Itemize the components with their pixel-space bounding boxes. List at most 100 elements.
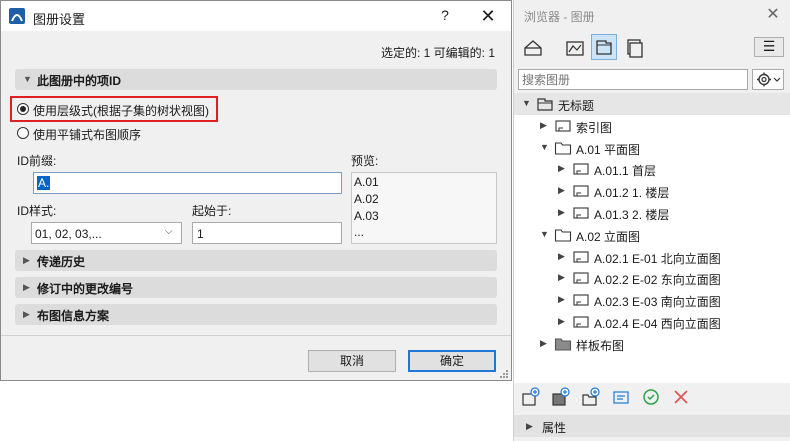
tree-item[interactable]: ▶ 样板布图 <box>514 333 790 355</box>
id-style-select[interactable]: 01, 02, 03,... ⌵ <box>31 222 182 244</box>
tree-item[interactable]: ▼ 无标题 <box>514 93 790 115</box>
search-field[interactable] <box>518 69 748 90</box>
publisher-icon <box>627 39 643 58</box>
expand-arrow-icon[interactable]: ▶ <box>558 251 568 261</box>
section-transmittal[interactable]: ▶ 传递历史 <box>15 250 497 271</box>
properties-label: 属性 <box>542 421 567 435</box>
section-revision[interactable]: ▶ 修订中的更改编号 <box>15 277 497 298</box>
collapse-arrow-icon[interactable]: ▼ <box>540 142 550 152</box>
tree-item[interactable]: ▶ A.01.2 1. 楼层 <box>514 180 790 202</box>
radio-button-selected[interactable] <box>17 103 29 115</box>
cancel-button[interactable]: 取消 <box>308 350 396 372</box>
radio-flat[interactable]: 使用平铺式布图顺序 <box>17 126 217 142</box>
radio-hierarchical-label: 使用层级式(根据子集的树状视图) <box>33 104 209 118</box>
new-layout-button[interactable] <box>520 386 542 408</box>
settings-card-icon <box>613 391 629 404</box>
settings-dropdown[interactable] <box>752 69 784 90</box>
view-map-tab[interactable] <box>562 35 588 61</box>
menu-button[interactable]: ☰ <box>754 37 784 57</box>
tree-item[interactable]: ▶ A.02.3 E-03 南向立面图 <box>514 289 790 311</box>
section-title: 布图信息方案 <box>37 309 110 323</box>
section-id-in-book[interactable]: ▼ 此图册中的项ID <box>15 69 497 90</box>
radio-flat-label: 使用平铺式布图顺序 <box>33 128 142 142</box>
preview-box: A.01 A.02 A.03 ... <box>351 172 497 244</box>
properties-bar[interactable]: ▶ 属性 <box>514 415 790 437</box>
close-dialog-button[interactable]: ✕ <box>475 4 501 28</box>
expand-triangle-icon: ▶ <box>23 255 30 265</box>
preview-line: A.01 <box>354 175 379 189</box>
publisher-sets-tab[interactable] <box>621 35 647 61</box>
tree-item[interactable]: ▶ 索引图 <box>514 115 790 137</box>
layout-book-icon <box>596 40 612 55</box>
section-layout-info[interactable]: ▶ 布图信息方案 <box>15 304 497 325</box>
search-input[interactable] <box>519 70 745 89</box>
tree-item-label: A.02.1 E-01 北向立面图 <box>594 251 721 266</box>
house-icon <box>524 40 542 56</box>
preview-label: 预览: <box>351 154 379 168</box>
expand-arrow-icon[interactable]: ▶ <box>558 272 568 282</box>
tree-item[interactable]: ▼ A.01 平面图 <box>514 137 790 159</box>
layout-sheet-icon <box>572 183 590 199</box>
tree-item-label: 索引图 <box>576 120 613 135</box>
close-browser-button[interactable]: ✕ <box>764 4 782 24</box>
layout-sheet-icon <box>554 118 572 134</box>
project-map-tab[interactable] <box>520 35 546 61</box>
expand-arrow-icon[interactable]: ▶ <box>558 316 568 326</box>
start-at-input[interactable]: 1 <box>192 222 342 244</box>
tree-item[interactable]: ▼ A.02 立面图 <box>514 224 790 246</box>
tree-item-label: A.01.3 2. 楼层 <box>594 208 670 222</box>
tree-item[interactable]: ▶ A.02.2 E-02 东向立面图 <box>514 267 790 289</box>
expand-arrow-icon[interactable]: ▶ <box>558 294 568 304</box>
dialog-title: 图册设置 <box>33 12 86 27</box>
radio-hierarchical[interactable]: 使用层级式(根据子集的树状视图) <box>17 102 217 118</box>
help-button[interactable]: ? <box>435 7 455 25</box>
tree-item-label: A.01 平面图 <box>576 142 641 157</box>
section-title: 此图册中的项ID <box>37 74 122 88</box>
expand-arrow-icon[interactable]: ▶ <box>558 185 568 195</box>
layout-sheet-icon <box>572 270 590 286</box>
layout-sheet-icon <box>572 249 590 265</box>
dialog-titlebar: 图册设置 ? ✕ <box>1 1 511 31</box>
expand-arrow-icon[interactable]: ▶ <box>540 338 550 348</box>
expand-triangle-icon: ▶ <box>526 421 533 431</box>
collapse-triangle-icon: ▼ <box>23 74 32 84</box>
collapse-arrow-icon[interactable]: ▼ <box>540 229 550 239</box>
preview-line: A.03 <box>354 209 379 223</box>
tree-item[interactable]: ▶ A.01.3 2. 楼层 <box>514 202 790 224</box>
radio-button[interactable] <box>17 127 29 139</box>
refresh-icon <box>643 389 659 405</box>
tree-item[interactable]: ▶ A.01.1 首层 <box>514 158 790 180</box>
resize-grip-icon[interactable] <box>498 367 508 378</box>
id-style-value: 01, 02, 03,... <box>35 227 102 241</box>
delete-button[interactable] <box>670 386 692 408</box>
collapse-arrow-icon[interactable]: ▼ <box>522 98 532 108</box>
tree-item[interactable]: ▶ A.02.1 E-01 北向立面图 <box>514 246 790 268</box>
tree-item-label: A.02.3 E-03 南向立面图 <box>594 295 721 310</box>
expand-triangle-icon: ▶ <box>23 309 30 319</box>
tree-item-label: 无标题 <box>558 99 595 113</box>
preview-line: A.02 <box>354 192 379 206</box>
new-subset-button[interactable] <box>580 386 602 408</box>
expand-arrow-icon[interactable]: ▶ <box>558 207 568 217</box>
tree-item[interactable]: ▶ A.02.4 E-04 西向立面图 <box>514 311 790 333</box>
update-button[interactable] <box>640 386 662 408</box>
layout-book-icon <box>536 96 554 112</box>
divider <box>1 335 511 336</box>
tree-item-label: A.01.1 首层 <box>594 164 657 179</box>
layout-sheet-icon <box>572 205 590 221</box>
view-map-icon <box>566 41 584 56</box>
tree-item-label: 样板布图 <box>576 338 625 353</box>
layout-sheet-icon <box>572 292 590 308</box>
id-prefix-label: ID前缀: <box>17 154 57 168</box>
id-prefix-input[interactable]: A. <box>33 172 342 194</box>
layout-book-tab[interactable] <box>591 34 617 60</box>
ok-button[interactable]: 确定 <box>408 350 496 372</box>
expand-arrow-icon[interactable]: ▶ <box>558 163 568 173</box>
expand-arrow-icon[interactable]: ▶ <box>540 120 550 130</box>
new-master-button[interactable] <box>550 386 572 408</box>
subset-folder-icon <box>554 227 572 243</box>
new-subset-icon <box>582 387 600 406</box>
browser-bottom-toolbar <box>514 386 790 412</box>
layout-settings-button[interactable] <box>610 386 632 408</box>
hamburger-icon: ☰ <box>762 38 776 54</box>
